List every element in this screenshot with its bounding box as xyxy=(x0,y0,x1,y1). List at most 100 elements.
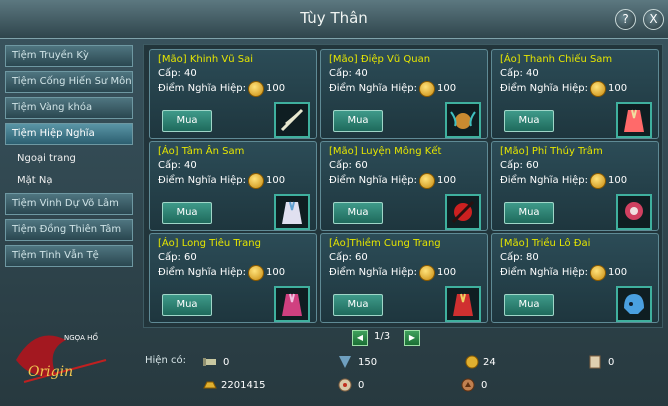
points-coin-icon xyxy=(419,81,435,97)
item-name[interactable]: [Áo]Thiềm Cung Trang xyxy=(329,238,441,249)
item-price: 100 xyxy=(266,83,286,94)
currency-value: 150 xyxy=(358,357,378,368)
item-level: Cấp: 80 xyxy=(500,252,539,263)
item-name[interactable]: [Mão] Triều Lô Đai xyxy=(500,238,590,249)
buy-button[interactable]: Mua xyxy=(162,110,212,132)
item-points-label: Điểm Nghĩa Hiệp: xyxy=(329,267,418,278)
window-title: Tùy Thân xyxy=(300,9,368,27)
shop-item-card: [Mão] Phỉ Thúy Trâm Cấp: 60 Điểm Nghĩa H… xyxy=(491,141,659,231)
copper-coin-icon xyxy=(461,378,475,392)
item-level: Cấp: 60 xyxy=(158,252,197,263)
currency-value: 2201415 xyxy=(221,380,266,391)
points-coin-icon xyxy=(590,173,606,189)
robe-icon[interactable] xyxy=(445,286,481,322)
svg-text:NGỌA HỔ: NGỌA HỔ xyxy=(64,332,98,342)
item-name[interactable]: [Áo] Thanh Chiếu Sam xyxy=(500,54,612,65)
shop-item-card: [Mão] Triều Lô Đai Cấp: 80 Điểm Nghĩa Hi… xyxy=(491,233,659,323)
helmet-icon[interactable] xyxy=(616,286,652,322)
sidebar-item-hiep-nghia[interactable]: Tiệm Hiệp Nghĩa xyxy=(5,123,133,145)
help-button[interactable]: ? xyxy=(615,9,636,30)
item-price: 100 xyxy=(266,267,286,278)
item-level: Cấp: 60 xyxy=(329,252,368,263)
item-name[interactable]: [Mão] Điệp Vũ Quan xyxy=(329,54,430,65)
currency-value: 0 xyxy=(481,380,488,391)
currency-value: 0 xyxy=(358,380,365,391)
points-coin-icon xyxy=(590,265,606,281)
item-price: 100 xyxy=(437,175,457,186)
shop-item-card: [Mão] Luyện Mông Kết Cấp: 60 Điểm Nghĩa … xyxy=(320,141,488,231)
buy-button[interactable]: Mua xyxy=(333,202,383,224)
hairpin-icon[interactable] xyxy=(445,194,481,230)
shop-item-card: [Áo] Tâm Ân Sam Cấp: 40 Điểm Nghĩa Hiệp:… xyxy=(149,141,317,231)
close-button[interactable]: X xyxy=(643,9,664,30)
buy-button[interactable]: Mua xyxy=(162,294,212,316)
sidebar-item-tinh-van-te[interactable]: Tiệm Tinh Vẫn Tệ xyxy=(5,245,133,267)
item-points-label: Điểm Nghĩa Hiệp: xyxy=(329,83,418,94)
item-level: Cấp: 40 xyxy=(158,160,197,171)
prev-page-button[interactable]: ◀ xyxy=(352,330,368,346)
buy-button[interactable]: Mua xyxy=(504,202,554,224)
shop-item-card: [Áo] Long Tiêu Trang Cấp: 60 Điểm Nghĩa … xyxy=(149,233,317,323)
sidebar-item-truyen-ky[interactable]: Tiệm Truyền Kỳ xyxy=(5,45,133,67)
item-points-label: Điểm Nghĩa Hiệp: xyxy=(500,175,589,186)
points-coin-icon xyxy=(590,81,606,97)
page-indicator: 1/3 xyxy=(374,331,391,342)
feather-hairpin-icon[interactable] xyxy=(274,102,310,138)
title-bar: Tùy Thân ? X xyxy=(0,0,668,39)
item-points-label: Điểm Nghĩa Hiệp: xyxy=(500,267,589,278)
item-level: Cấp: 40 xyxy=(158,68,197,79)
currency-value: 0 xyxy=(608,357,615,368)
item-price: 100 xyxy=(266,175,286,186)
sidebar-item-cong-hien-su-mon[interactable]: Tiệm Cống Hiến Sư Môn xyxy=(5,71,133,93)
butterfly-crown-icon[interactable] xyxy=(445,102,481,138)
item-name[interactable]: [Mão] Luyện Mông Kết xyxy=(329,146,441,157)
item-price: 100 xyxy=(437,267,457,278)
sidebar-subitem-ngoai-trang[interactable]: Ngoại trang xyxy=(5,149,133,169)
scroll-icon xyxy=(203,358,216,366)
item-name[interactable]: [Mão] Phỉ Thúy Trâm xyxy=(500,146,603,157)
shop-item-card: [Áo] Thanh Chiếu Sam Cấp: 40 Điểm Nghĩa … xyxy=(491,49,659,139)
points-coin-icon xyxy=(419,173,435,189)
points-coin-icon xyxy=(248,265,264,281)
pagination: ◀ 1/3 ▶ xyxy=(352,330,424,346)
shop-item-card: [Mão] Khinh Vũ Sai Cấp: 40 Điểm Nghĩa Hi… xyxy=(149,49,317,139)
sidebar-item-dong-thien-tam[interactable]: Tiệm Đồng Thiên Tâm xyxy=(5,219,133,241)
points-coin-icon xyxy=(248,173,264,189)
item-level: Cấp: 60 xyxy=(329,160,368,171)
item-points-label: Điểm Nghĩa Hiệp: xyxy=(500,83,589,94)
item-name[interactable]: [Mão] Khinh Vũ Sai xyxy=(158,54,253,65)
robe-icon[interactable] xyxy=(274,194,310,230)
buy-button[interactable]: Mua xyxy=(333,110,383,132)
shop-item-grid: [Mão] Khinh Vũ Sai Cấp: 40 Điểm Nghĩa Hi… xyxy=(143,44,663,328)
sidebar-item-vinh-du-vo-lam[interactable]: Tiệm Vinh Dự Võ Lâm xyxy=(5,193,133,215)
item-level: Cấp: 60 xyxy=(500,160,539,171)
shop-window: Tùy Thân ? X Tiệm Truyền Kỳ Tiệm Cống Hi… xyxy=(0,0,668,406)
item-name[interactable]: [Áo] Tâm Ân Sam xyxy=(158,146,244,157)
svg-text:Origin: Origin xyxy=(28,364,73,380)
robe-icon[interactable] xyxy=(616,102,652,138)
gold-ingot-icon xyxy=(203,381,217,389)
item-points-label: Điểm Nghĩa Hiệp: xyxy=(158,175,247,186)
currency-value: 0 xyxy=(223,357,230,368)
buy-button[interactable]: Mua xyxy=(333,294,383,316)
sidebar-item-vang-khoa[interactable]: Tiệm Vàng khóa xyxy=(5,97,133,119)
next-page-button[interactable]: ▶ xyxy=(404,330,420,346)
currency-value: 24 xyxy=(483,357,496,368)
game-logo: Origin NGỌA HỔ xyxy=(16,332,107,383)
buy-button[interactable]: Mua xyxy=(504,294,554,316)
item-price: 100 xyxy=(437,83,457,94)
points-coin-icon xyxy=(419,265,435,281)
medal-icon xyxy=(338,378,352,392)
buy-button[interactable]: Mua xyxy=(162,202,212,224)
robe-icon[interactable] xyxy=(274,286,310,322)
badge-icon xyxy=(339,356,351,368)
item-points-label: Điểm Nghĩa Hiệp: xyxy=(329,175,418,186)
shop-item-card: [Áo]Thiềm Cung Trang Cấp: 60 Điểm Nghĩa … xyxy=(320,233,488,323)
sidebar-subitem-mat-na[interactable]: Mặt Nạ xyxy=(5,171,133,191)
item-name[interactable]: [Áo] Long Tiêu Trang xyxy=(158,238,261,249)
currency-bar: Hiện có: 0 150 24 0 2201415 0 0 xyxy=(143,350,661,400)
jade-hairpin-icon[interactable] xyxy=(616,194,652,230)
shop-item-card: [Mão] Điệp Vũ Quan Cấp: 40 Điểm Nghĩa Hi… xyxy=(320,49,488,139)
item-level: Cấp: 40 xyxy=(500,68,539,79)
buy-button[interactable]: Mua xyxy=(504,110,554,132)
